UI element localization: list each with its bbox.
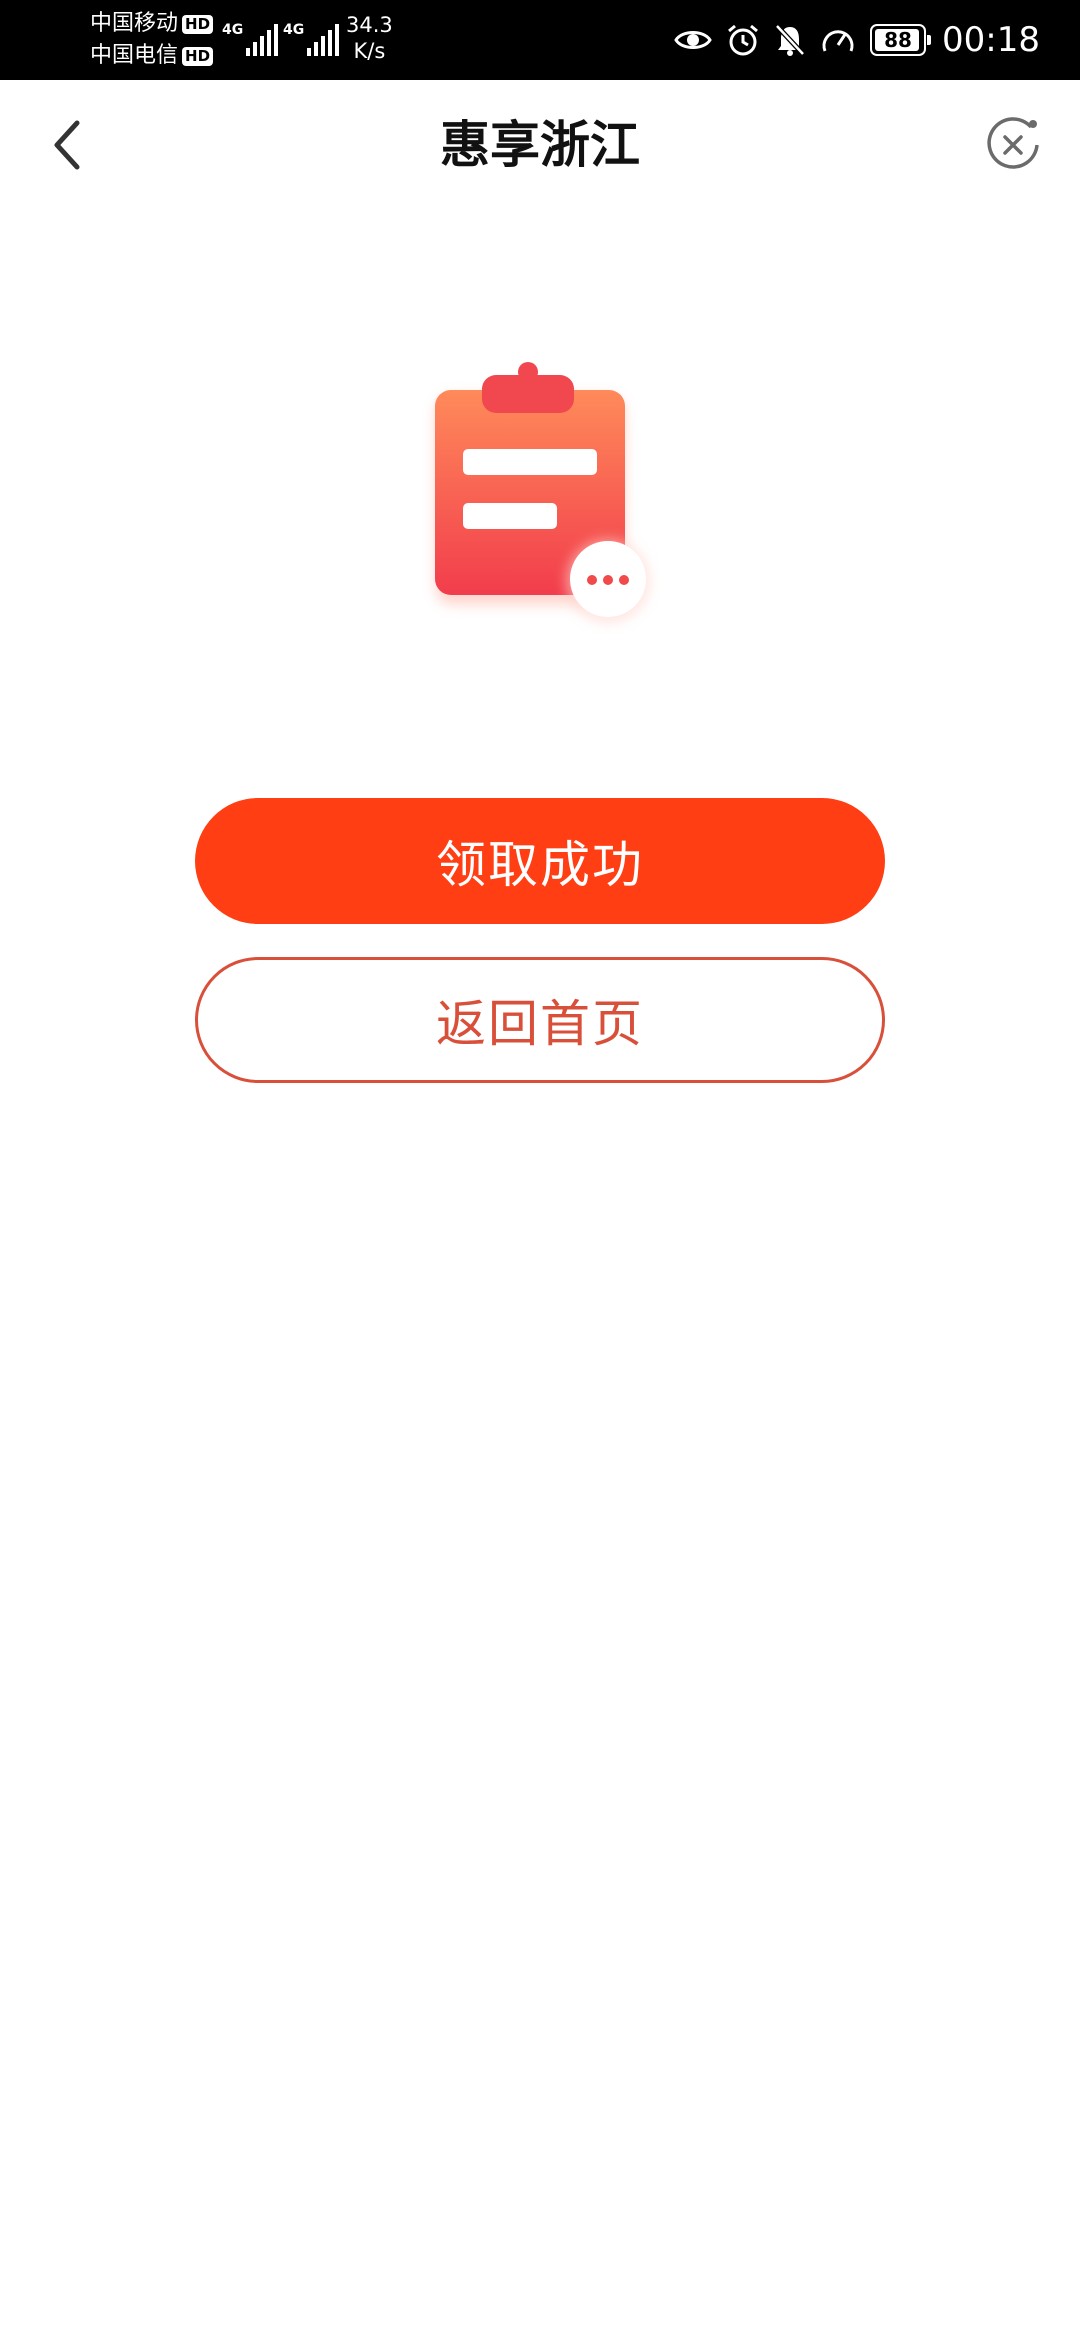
eye-icon <box>674 31 712 49</box>
carrier-2: 中国电信 <box>90 43 179 68</box>
battery-icon: 88 <box>870 24 932 56</box>
network-type-2: 4G <box>283 22 305 38</box>
carrier-1: 中国移动 <box>90 11 179 36</box>
status-bar: 中国移动 HD 中国电信 HD 4G 4G 34.3 K/s 88 00:18 <box>0 0 1080 80</box>
network-type-1: 4G <box>222 22 244 38</box>
alarm-icon <box>728 24 758 56</box>
network-speed: 34.3 K/s <box>346 12 393 64</box>
speed-unit: K/s <box>353 39 386 63</box>
hd-badge: HD <box>182 14 214 34</box>
hd-badge: HD <box>182 46 214 66</box>
speed-value: 34.3 <box>346 13 393 37</box>
carrier-info: 中国移动 HD 中国电信 HD <box>90 8 214 72</box>
clipboard-illustration <box>420 355 660 635</box>
close-circle-icon <box>987 117 1039 169</box>
status-icons: 88 00:18 <box>674 0 1040 80</box>
claim-success-button[interactable]: 领取成功 <box>195 798 885 924</box>
speedometer-icon <box>822 30 854 52</box>
nav-bar: 惠享浙江 <box>0 80 1080 210</box>
close-button[interactable] <box>978 110 1048 180</box>
clipboard-icon <box>435 362 650 623</box>
back-home-button[interactable]: 返回首页 <box>195 957 885 1083</box>
battery-level: 88 <box>884 28 912 52</box>
more-dots-icon <box>587 575 629 585</box>
clock: 00:18 <box>942 20 1040 60</box>
page-title: 惠享浙江 <box>440 116 640 174</box>
bell-muted-icon <box>775 24 805 56</box>
signal-1-icon: 4G <box>222 18 281 56</box>
signal-2-icon: 4G <box>283 18 342 56</box>
